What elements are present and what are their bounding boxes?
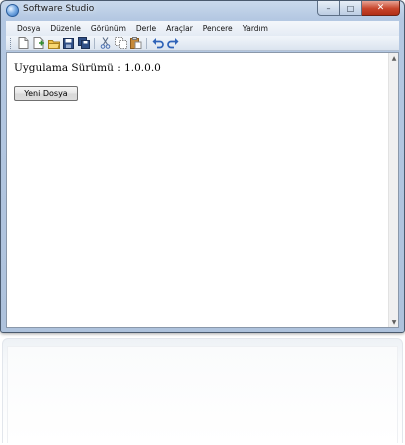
document-area: Uygulama Sürümü : 1.0.0.0 Yeni Dosya ▲ ▼ (6, 52, 399, 328)
copy-icon[interactable] (114, 37, 127, 50)
menu-item-derle[interactable]: Derle (131, 21, 161, 36)
menu-item-duzenle[interactable]: Düzenle (45, 21, 86, 36)
new-file-icon[interactable] (17, 37, 30, 50)
window-reflection (2, 338, 403, 443)
menu-item-gorunum[interactable]: Görünüm (86, 21, 131, 36)
undo-icon[interactable] (151, 37, 164, 50)
menu-item-araclar[interactable]: Araçlar (161, 21, 198, 36)
paste-icon[interactable] (129, 37, 142, 50)
version-label: Uygulama Sürümü : 1.0.0.0 (14, 62, 161, 74)
add-file-icon[interactable] (32, 37, 45, 50)
close-icon: ✕ (376, 3, 385, 13)
save-all-icon[interactable] (77, 37, 90, 50)
toolbar (6, 36, 399, 51)
minimize-icon: – (326, 3, 331, 13)
new-file-button[interactable]: Yeni Dosya (14, 86, 78, 101)
redo-icon[interactable] (166, 37, 179, 50)
toolbar-separator (94, 37, 95, 49)
title-bar[interactable]: Software Studio – □ ✕ (1, 1, 404, 21)
save-icon[interactable] (62, 37, 75, 50)
open-folder-icon[interactable] (47, 37, 60, 50)
scroll-up-icon[interactable]: ▲ (389, 53, 399, 63)
cut-icon[interactable] (99, 37, 112, 50)
toolbar-separator (146, 37, 147, 49)
menu-item-yardim[interactable]: Yardım (238, 21, 273, 36)
menu-bar: Dosya Düzenle Görünüm Derle Araçlar Penc… (6, 21, 399, 36)
main-window: Software Studio – □ ✕ Dosya Düzenle Görü… (0, 0, 405, 333)
minimize-button[interactable]: – (317, 1, 340, 16)
app-globe-icon (6, 4, 19, 17)
menu-item-dosya[interactable]: Dosya (12, 21, 45, 36)
scroll-down-icon[interactable]: ▼ (389, 317, 399, 327)
window-reflection-inner (7, 346, 398, 443)
maximize-icon: □ (346, 3, 355, 13)
caption-buttons: – □ ✕ (317, 1, 400, 17)
close-button[interactable]: ✕ (362, 1, 400, 16)
window-title: Software Studio (23, 4, 95, 14)
vertical-scrollbar[interactable]: ▲ ▼ (388, 53, 398, 327)
toolbar-grip[interactable] (10, 37, 13, 49)
maximize-button[interactable]: □ (340, 1, 362, 16)
menu-item-pencere[interactable]: Pencere (198, 21, 238, 36)
